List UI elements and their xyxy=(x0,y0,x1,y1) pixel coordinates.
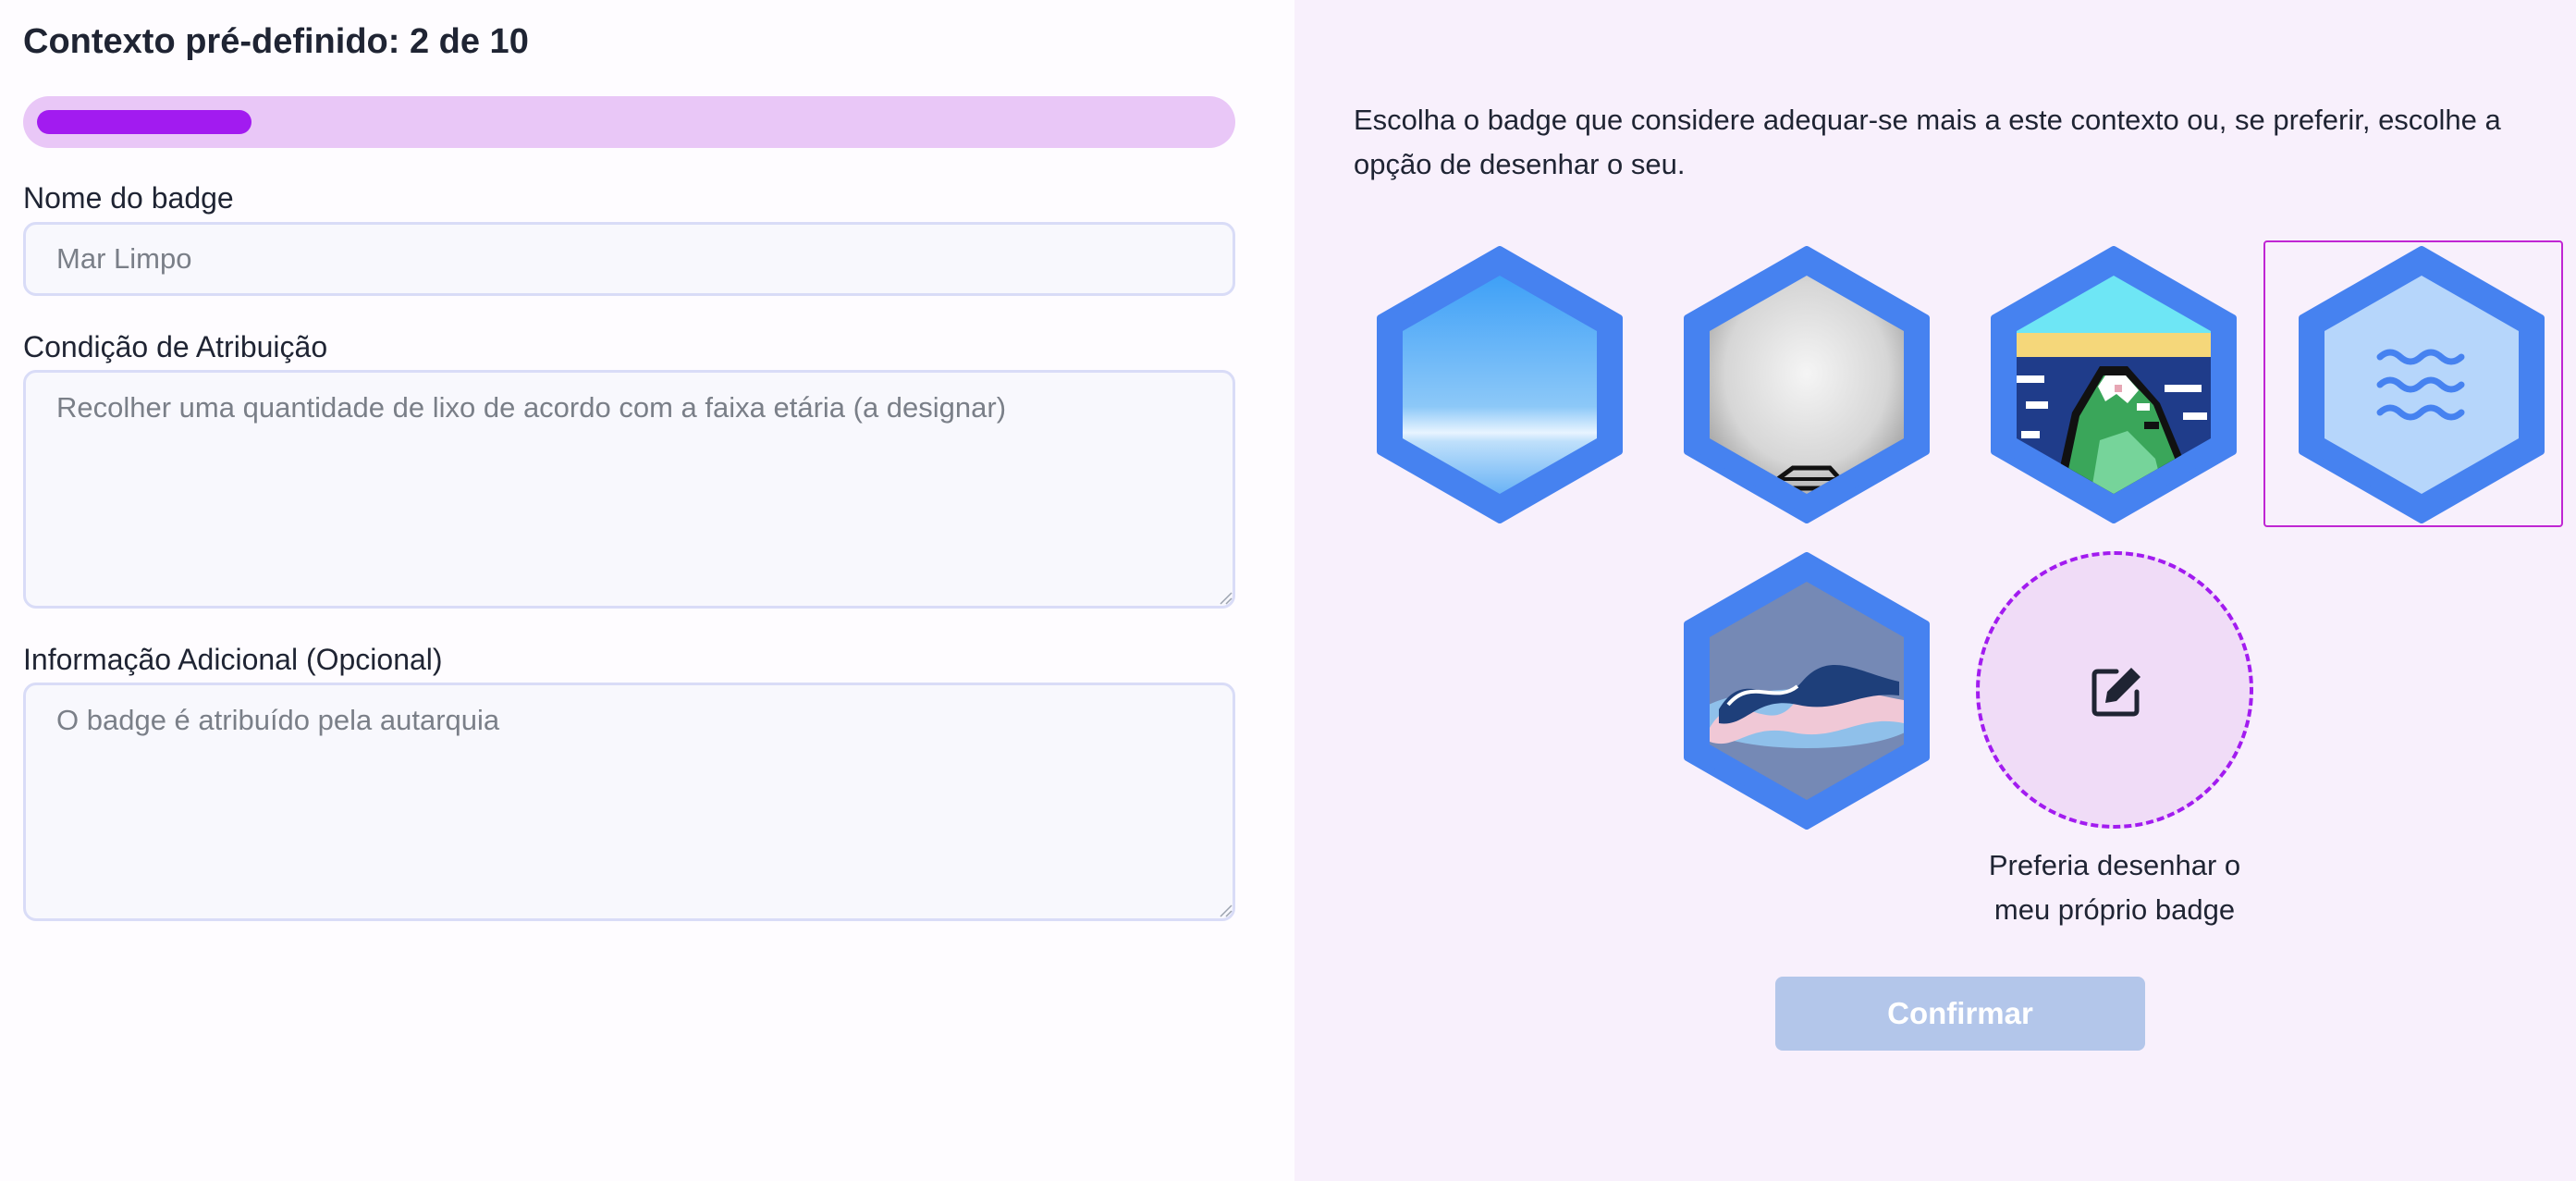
progress-bar xyxy=(23,96,1235,148)
confirm-button[interactable]: Confirmar xyxy=(1775,977,2145,1051)
page-title: Contexto pré-definido: 2 de 10 xyxy=(23,22,529,61)
additional-info-label: Informação Adicional (Opcional) xyxy=(23,643,443,676)
additional-info-textarea[interactable] xyxy=(23,683,1235,921)
sky-gradient-image xyxy=(1377,246,1623,523)
waves-icon xyxy=(2299,246,2545,523)
grey-mist-image xyxy=(1684,246,1930,523)
badge-form-panel: Contexto pré-definido: 2 de 10 Nome do b… xyxy=(0,0,1294,1181)
badge-picker-instructions: Escolha o badge que considere adequar-se… xyxy=(1354,104,2501,180)
badge-option-pixel-mountain[interactable] xyxy=(1989,246,2239,523)
attribution-condition-textarea[interactable] xyxy=(23,370,1235,609)
badge-option-sky[interactable] xyxy=(1375,246,1625,523)
draw-own-badge-caption: Preferia desenhar o meu próprio badge xyxy=(1988,849,2241,926)
resize-grip-icon[interactable] xyxy=(1218,590,1233,605)
additional-info-wrapper xyxy=(0,683,1294,921)
badge-name-label: Nome do badge xyxy=(23,181,234,215)
resize-grip-icon[interactable] xyxy=(1218,903,1233,917)
badge-option-waves[interactable] xyxy=(2297,246,2546,523)
attribution-condition-wrapper xyxy=(0,370,1294,609)
badge-option-wave-sculpture[interactable] xyxy=(1682,552,1932,830)
badge-name-input[interactable] xyxy=(23,222,1235,296)
attribution-condition-label: Condição de Atribuição xyxy=(23,330,328,363)
draw-own-badge-button[interactable] xyxy=(1976,551,2253,829)
progress-bar-fill xyxy=(37,110,251,134)
wave-shape-image xyxy=(1684,552,1930,830)
badge-option-mist[interactable] xyxy=(1682,246,1932,523)
edit-icon xyxy=(2091,668,2141,717)
pixel-mountain-image xyxy=(1991,246,2237,523)
